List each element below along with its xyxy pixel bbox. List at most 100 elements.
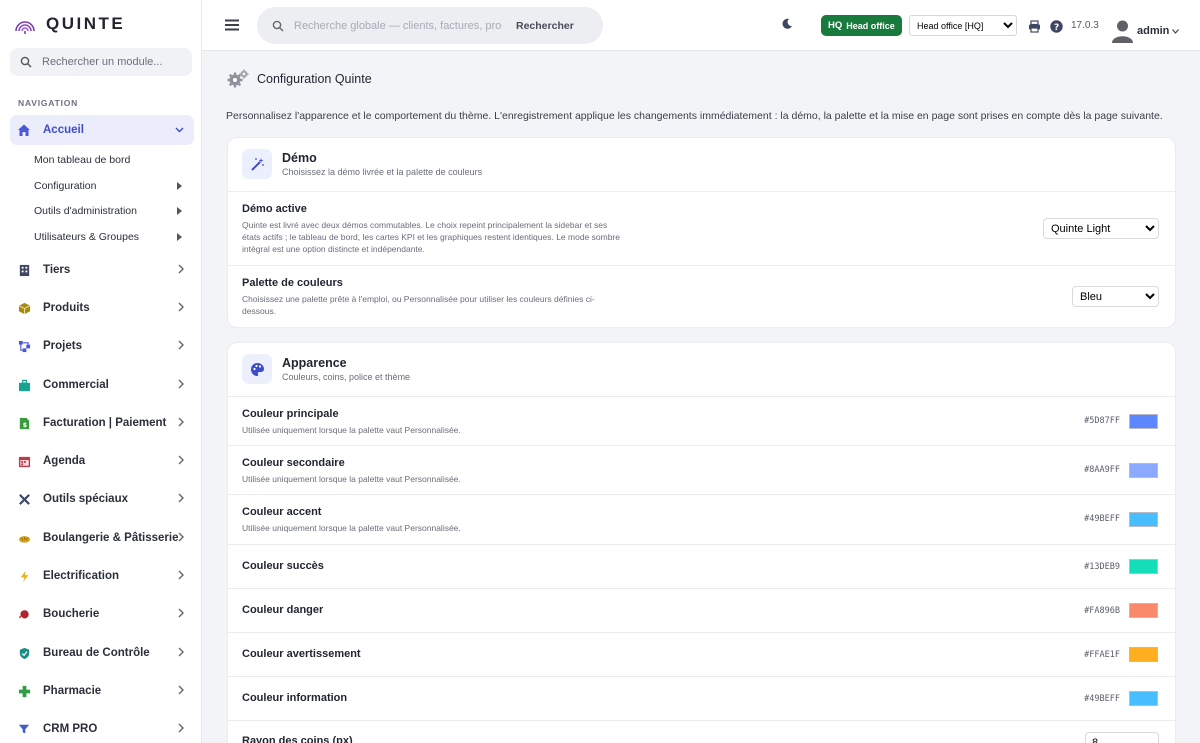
- sidebar-item-crm-pro[interactable]: CRM PRO: [10, 714, 194, 743]
- sidebar-subitem-admin-tools[interactable]: Outils d'administration: [34, 200, 184, 222]
- color-hex-value: #FA896B: [1084, 606, 1120, 616]
- setting-row-color-success: Couleur succès #13DEB9: [228, 545, 1175, 589]
- chevron-right-icon: [178, 340, 184, 350]
- setting-label: Couleur accent: [242, 506, 322, 518]
- user-name[interactable]: admin: [1137, 25, 1169, 37]
- sidebar-item-pharmacie[interactable]: Pharmacie: [10, 676, 194, 706]
- sidebar-item-electrification[interactable]: Electrification: [10, 561, 194, 591]
- module-search-input[interactable]: [42, 56, 182, 68]
- demo-select[interactable]: Quinte Light: [1043, 218, 1159, 239]
- setting-label: Palette de couleurs: [242, 277, 343, 289]
- demo-card-title: Démo: [282, 151, 317, 165]
- radius-input[interactable]: [1085, 732, 1159, 743]
- printer-icon[interactable]: [1028, 20, 1041, 33]
- sidebar-item-label: CRM PRO: [43, 723, 98, 735]
- sidebar-item-label: Electrification: [43, 570, 120, 582]
- color-swatch-success[interactable]: [1129, 559, 1158, 574]
- color-hex-value: #49BEFF: [1084, 514, 1120, 524]
- chevron-right-icon: [178, 608, 184, 618]
- sidebar-item-produits[interactable]: Produits: [10, 293, 194, 323]
- chevron-right-icon: [178, 379, 184, 389]
- sidebar-item-accueil[interactable]: Accueil: [10, 115, 194, 145]
- color-hex-value: #8AA9FF: [1084, 465, 1120, 475]
- sidebar-item-label: Boulangerie & Pâtisserie: [43, 532, 179, 544]
- brand[interactable]: QUINTE: [14, 12, 125, 36]
- chevron-right-icon: [178, 570, 184, 580]
- global-search-input[interactable]: [294, 19, 502, 32]
- sidebar-subitem-users-groups[interactable]: Utilisateurs & Groupes: [34, 226, 184, 248]
- page-intro: Personnalisez l'apparence et le comporte…: [226, 110, 1163, 122]
- appearance-card: Apparence Couleurs, coins, police et thè…: [227, 342, 1176, 743]
- entity-select[interactable]: Head office [HQ]: [909, 15, 1017, 36]
- sidebar-item-label: Boucherie: [43, 608, 100, 620]
- color-swatch-primary[interactable]: [1129, 414, 1158, 429]
- sidebar-item-bureau-controle[interactable]: Bureau de Contrôle: [10, 638, 194, 668]
- page-title: Configuration Quinte: [257, 72, 372, 86]
- setting-description: Utilisée uniquement lorsque la palette v…: [242, 425, 461, 435]
- chevron-right-icon: [178, 532, 184, 542]
- tools-icon: [17, 492, 31, 506]
- setting-label: Couleur information: [242, 692, 348, 704]
- chevron-right-icon: [178, 417, 184, 427]
- funnel-icon: [17, 722, 31, 736]
- cross-icon: [17, 684, 31, 698]
- sidebar-item-boulangerie[interactable]: Boulangerie & Pâtisserie: [10, 523, 194, 553]
- suitcase-icon: [17, 378, 31, 392]
- sidebar-item-label: Accueil: [43, 124, 84, 136]
- demo-card-subtitle: Choisissez la démo livrée et la palette …: [282, 167, 483, 177]
- sidebar-item-boucherie[interactable]: Boucherie: [10, 599, 194, 629]
- building-icon: [17, 263, 31, 277]
- caret-right-icon: [177, 233, 182, 241]
- avatar[interactable]: [1112, 19, 1133, 43]
- svg-text:$: $: [22, 421, 27, 429]
- chevron-right-icon: [178, 493, 184, 503]
- chevron-right-icon: [178, 264, 184, 274]
- color-swatch-danger[interactable]: [1129, 603, 1158, 618]
- sidebar-item-agenda[interactable]: Agenda: [10, 446, 194, 476]
- chevron-down-icon: [175, 127, 184, 133]
- dark-mode-toggle-icon[interactable]: [781, 18, 793, 30]
- magic-wand-icon: [242, 149, 272, 179]
- setting-label: Couleur secondaire: [242, 457, 345, 469]
- demo-card-header: Démo Choisissez la démo livrée et la pal…: [228, 138, 1175, 192]
- sidebar-subitem-dashboard[interactable]: Mon tableau de bord: [34, 149, 184, 171]
- hamburger-menu-icon[interactable]: [225, 18, 239, 32]
- color-swatch-info[interactable]: [1129, 691, 1158, 706]
- global-search-button[interactable]: Rechercher: [516, 20, 574, 32]
- demo-card: Démo Choisissez la démo livrée et la pal…: [227, 137, 1176, 328]
- meat-icon: [17, 607, 31, 621]
- chevron-right-icon: [178, 455, 184, 465]
- help-icon[interactable]: ?: [1050, 20, 1063, 33]
- setting-row-color-accent: Couleur accent Utilisée uniquement lorsq…: [228, 495, 1175, 545]
- sidebar-subitem-label: Configuration: [34, 180, 97, 192]
- chevron-right-icon: [178, 302, 184, 312]
- setting-row-color-warning: Couleur avertissement #FFAE1F: [228, 633, 1175, 677]
- setting-row-palette: Palette de couleurs Choisissez une palet…: [228, 266, 1175, 327]
- bread-icon: [17, 531, 31, 545]
- setting-description: Quinte est livré avec deux démos commuta…: [242, 220, 620, 254]
- color-swatch-warning[interactable]: [1129, 647, 1158, 662]
- shield-icon: [17, 646, 31, 660]
- sidebar-item-outils-speciaux[interactable]: Outils spéciaux: [10, 484, 194, 514]
- nav-section-title: NAVIGATION: [18, 98, 79, 108]
- color-swatch-secondary[interactable]: [1129, 463, 1158, 478]
- sidebar-item-label: Facturation | Paiement: [43, 417, 167, 429]
- sidebar-item-projets[interactable]: Projets: [10, 331, 194, 361]
- chevron-down-icon[interactable]: [1172, 29, 1179, 34]
- palette-icon: [242, 354, 272, 384]
- topbar: Rechercher HQ Head office Head office [H…: [202, 0, 1200, 51]
- sidebar-subitem-configuration[interactable]: Configuration: [34, 175, 184, 197]
- sidebar-item-commercial[interactable]: Commercial: [10, 370, 194, 400]
- palette-select[interactable]: Bleu: [1072, 286, 1159, 307]
- sidebar-subitem-label: Outils d'administration: [34, 205, 137, 217]
- bolt-icon: [17, 569, 31, 583]
- invoice-icon: $: [17, 416, 31, 430]
- svg-text:?: ?: [1054, 23, 1059, 33]
- entity-badge[interactable]: HQ Head office: [821, 15, 902, 36]
- sidebar-item-facturation[interactable]: $ Facturation | Paiement: [10, 408, 194, 438]
- color-hex-value: #49BEFF: [1084, 694, 1120, 704]
- sidebar-item-tiers[interactable]: Tiers: [10, 255, 194, 285]
- color-swatch-accent[interactable]: [1129, 512, 1158, 527]
- appearance-card-title: Apparence: [282, 356, 347, 370]
- setting-row-color-danger: Couleur danger #FA896B: [228, 589, 1175, 633]
